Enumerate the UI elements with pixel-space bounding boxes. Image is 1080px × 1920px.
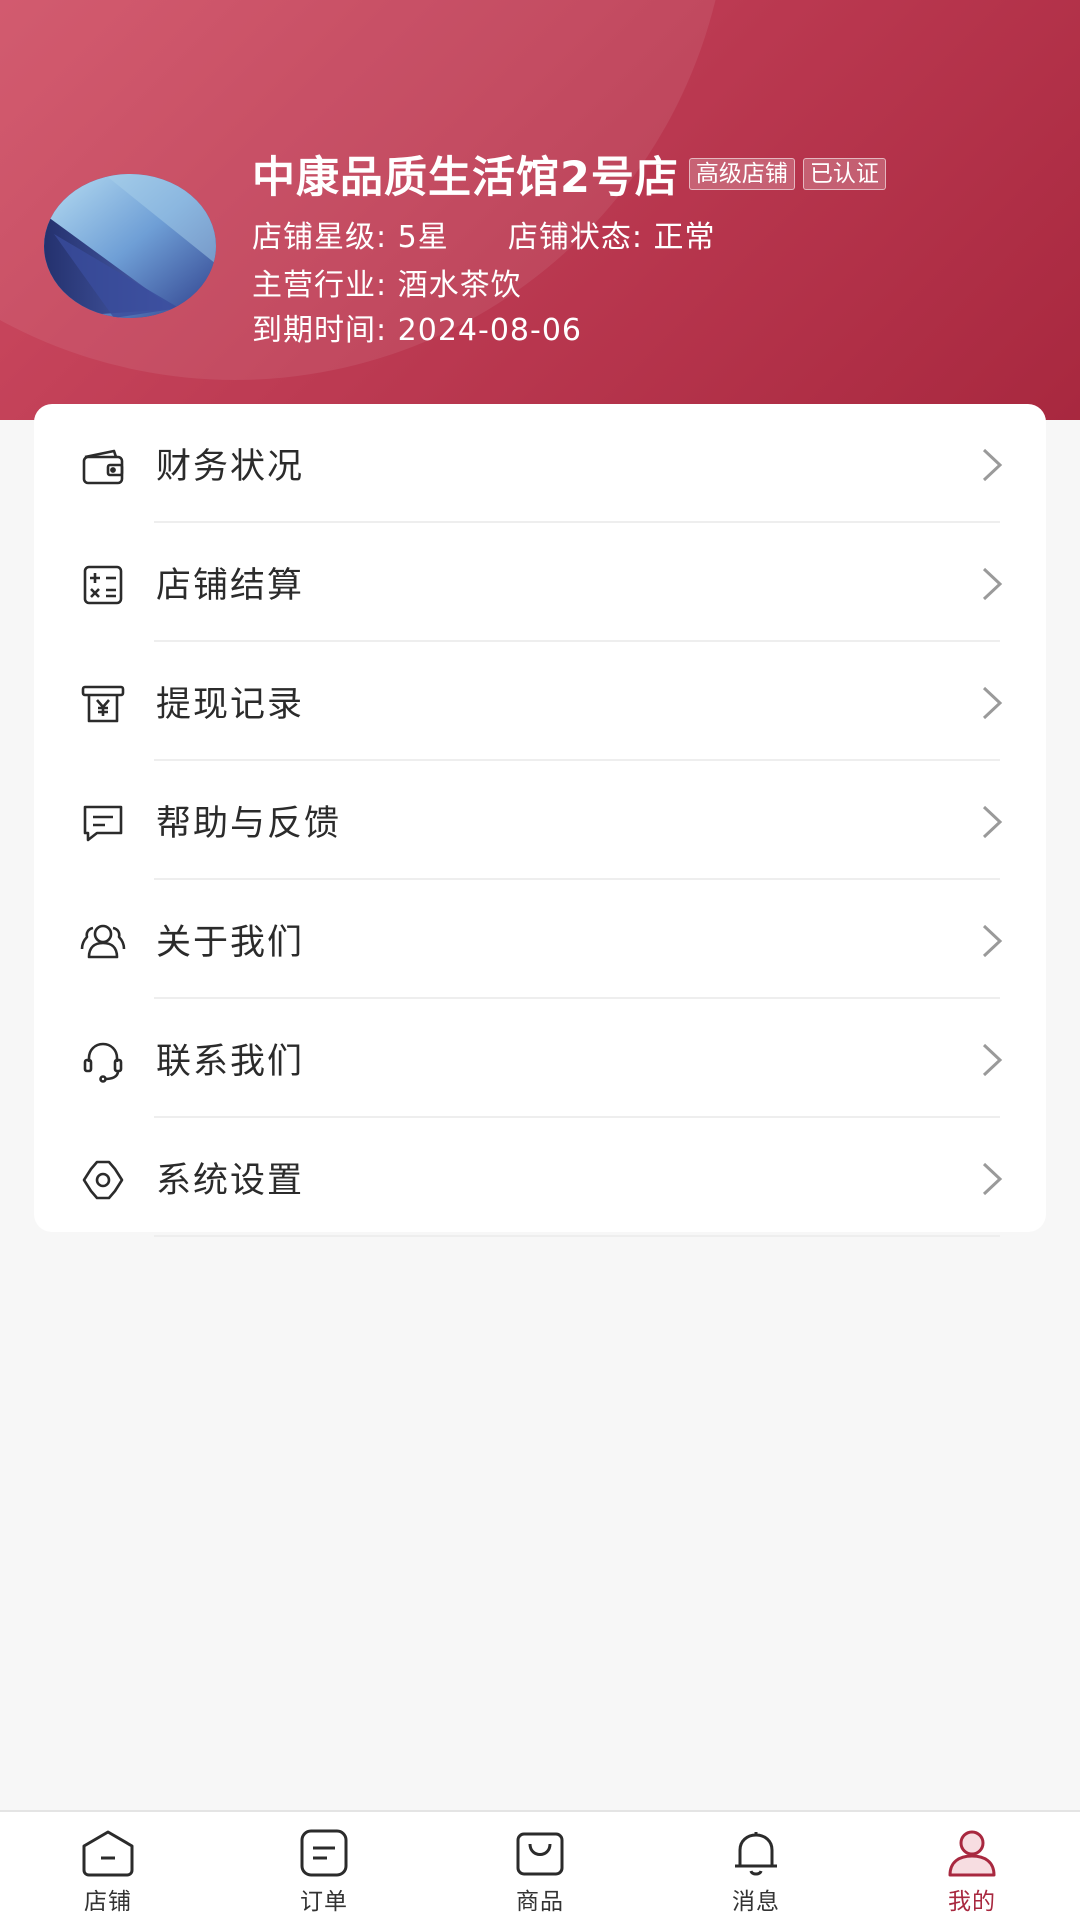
bottom-tab-bar: 店铺 订单 商品 消息 我的	[0, 1810, 1080, 1920]
home-icon	[80, 1828, 136, 1878]
calculator-icon	[80, 562, 126, 608]
divider	[154, 1235, 1000, 1237]
expire-value: 2024-08-06	[397, 313, 583, 348]
tab-label: 我的	[948, 1889, 996, 1915]
store-rating-status-line: 店铺星级: 5星 店铺状态: 正常	[252, 212, 716, 256]
message-icon	[80, 800, 126, 846]
store-avatar[interactable]	[44, 174, 216, 318]
status-value: 正常	[653, 220, 716, 255]
chevron-right-icon	[974, 565, 1008, 603]
tab-label: 店铺	[84, 1889, 132, 1915]
users-icon	[80, 919, 126, 965]
menu-item-label: 帮助与反馈	[156, 804, 342, 844]
status-label: 店铺状态:	[507, 220, 643, 255]
chevron-right-icon	[974, 684, 1008, 722]
rating-value: 5星	[397, 220, 449, 255]
store-header: 中康品质生活馆2号店 高级店铺 已认证 店铺星级: 5星 店铺状态: 正常 主营…	[0, 0, 1080, 420]
menu-item-finance[interactable]: 财务状况	[34, 404, 1046, 523]
tab-label: 订单	[300, 1889, 348, 1915]
menu-item-label: 提现记录	[156, 685, 305, 725]
expire-label: 到期时间:	[252, 313, 388, 348]
menu-card: 财务状况 店铺结算 提现记录 帮助与反馈 关于我们 联系我们 系统设置	[34, 404, 1046, 1237]
store-industry-line: 主营行业: 酒水茶饮	[252, 260, 522, 304]
menu-item-settlement[interactable]: 店铺结算	[34, 523, 1046, 642]
chevron-right-icon	[974, 446, 1008, 484]
menu-item-label: 关于我们	[156, 923, 305, 963]
store-name: 中康品质生活馆2号店	[252, 153, 679, 203]
store-name-row: 中康品质生活馆2号店 高级店铺 已认证	[252, 146, 886, 203]
menu-item-system-settings[interactable]: 系统设置	[34, 1118, 1046, 1237]
gear-icon	[80, 1157, 126, 1203]
chevron-right-icon	[974, 803, 1008, 841]
menu-item-label: 联系我们	[156, 1042, 305, 1082]
withdraw-yuan-icon	[80, 681, 126, 727]
store-expire-line: 到期时间: 2024-08-06	[252, 305, 582, 349]
store-level-badge: 高级店铺	[688, 158, 795, 190]
menu-item-contact-us[interactable]: 联系我们	[34, 999, 1046, 1118]
bell-icon	[728, 1828, 784, 1878]
chevron-right-icon	[974, 1160, 1008, 1198]
order-icon	[296, 1828, 352, 1878]
menu-item-label: 店铺结算	[156, 566, 305, 606]
tab-products[interactable]: 商品	[432, 1812, 648, 1920]
rating-label: 店铺星级:	[252, 220, 388, 255]
chevron-right-icon	[974, 922, 1008, 960]
tab-messages[interactable]: 消息	[648, 1812, 864, 1920]
bag-icon	[512, 1828, 568, 1878]
user-icon	[944, 1828, 1000, 1878]
menu-item-help-feedback[interactable]: 帮助与反馈	[34, 761, 1046, 880]
tab-store[interactable]: 店铺	[0, 1812, 216, 1920]
industry-label: 主营行业:	[252, 268, 388, 303]
tab-mine[interactable]: 我的	[864, 1812, 1080, 1920]
industry-value: 酒水茶饮	[397, 268, 522, 303]
menu-item-about-us[interactable]: 关于我们	[34, 880, 1046, 999]
headset-icon	[80, 1038, 126, 1084]
chevron-right-icon	[974, 1041, 1008, 1079]
menu-item-withdraw-records[interactable]: 提现记录	[34, 642, 1046, 761]
wallet-icon	[80, 443, 126, 489]
menu-item-label: 系统设置	[156, 1161, 305, 1201]
menu-item-label: 财务状况	[156, 447, 305, 487]
tab-orders[interactable]: 订单	[216, 1812, 432, 1920]
verified-badge: 已认证	[802, 158, 886, 190]
tab-label: 消息	[732, 1889, 780, 1915]
tab-label: 商品	[516, 1889, 564, 1915]
